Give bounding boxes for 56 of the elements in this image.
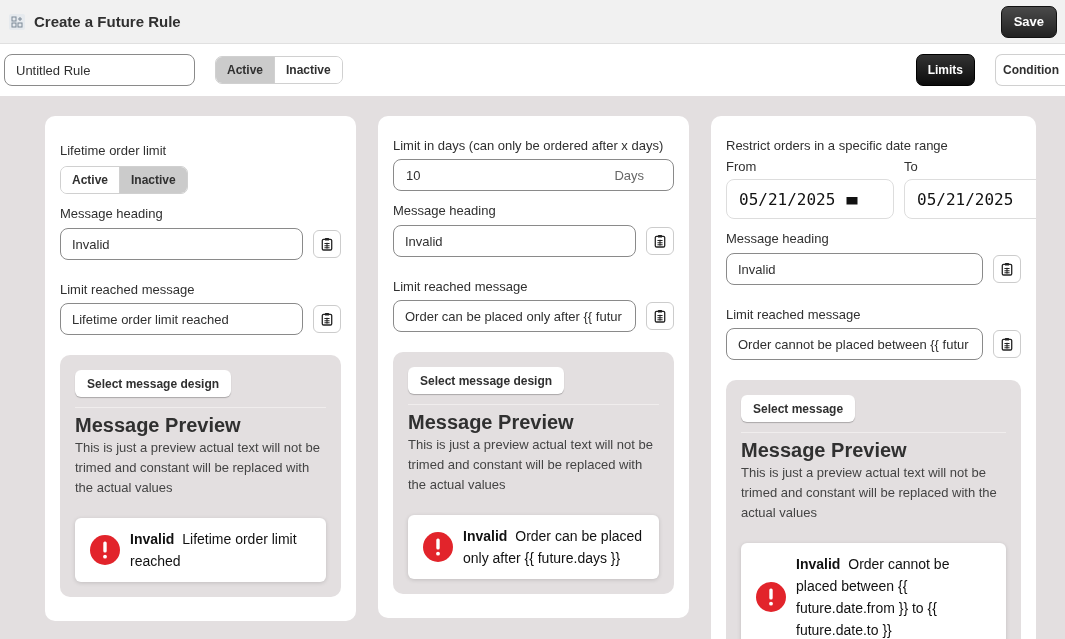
clipboard-button[interactable] bbox=[993, 330, 1021, 358]
preview-description: This is just a preview actual text will not be trimed and constant will be replaced with the actual values bbox=[75, 439, 321, 497]
clipboard-icon bbox=[321, 237, 333, 251]
card-title: Limit in days (can only be ordered after x days) bbox=[393, 138, 665, 153]
clipboard-button[interactable] bbox=[313, 305, 341, 333]
tab[interactable]: Limits bbox=[915, 54, 975, 86]
clipboard-button[interactable] bbox=[646, 227, 674, 255]
field-label: Message heading bbox=[60, 206, 164, 221]
status-toggle[interactable]: Inactive bbox=[119, 167, 187, 193]
message-heading-field[interactable]: Invalid bbox=[60, 228, 303, 260]
clipboard-icon bbox=[1001, 337, 1013, 351]
clipboard-icon bbox=[321, 312, 333, 326]
select-design-button[interactable]: Select message design bbox=[408, 367, 565, 394]
message-heading-field[interactable]: Invalid bbox=[393, 225, 636, 257]
date-field[interactable]: 05/21/2025 bbox=[904, 179, 1036, 219]
save-button[interactable]: Save bbox=[1000, 5, 1057, 38]
limit-message-field[interactable]: Order cannot be placed between {{ futur bbox=[726, 328, 983, 360]
tab[interactable]: Condition bbox=[995, 54, 1065, 86]
clipboard-icon bbox=[654, 309, 666, 323]
rule-name-field[interactable]: Untitled Rule bbox=[4, 54, 195, 86]
preview-description: This is just a preview actual text will not be trimed and constant will be replaced with the actual values bbox=[408, 436, 654, 494]
limit-message-field[interactable]: Lifetime order limit reached bbox=[60, 303, 303, 335]
app-grid-icon bbox=[9, 13, 25, 30]
alert-icon bbox=[90, 535, 120, 565]
field-label: To bbox=[904, 159, 919, 174]
notice-message: Invalid Order cannot be placed between {{ future.date.from }} to {{ future.date.to }} bbox=[796, 555, 951, 639]
status-toggle[interactable]: Inactive bbox=[274, 57, 342, 83]
select-design-button[interactable]: Select message bbox=[741, 395, 856, 422]
card-title: Lifetime order limit bbox=[60, 143, 168, 158]
select-design-button[interactable]: Select message design bbox=[75, 370, 232, 397]
notice-message: Invalid Lifetime order limit reached bbox=[130, 530, 298, 571]
preview-title: Message Preview bbox=[408, 411, 575, 434]
alert-icon bbox=[423, 532, 453, 562]
status-toggle[interactable]: Active bbox=[216, 57, 275, 83]
page-title: Create a Future Rule bbox=[34, 13, 181, 30]
message-heading-field[interactable]: Invalid bbox=[726, 253, 983, 285]
field-label: Limit reached message bbox=[60, 282, 196, 297]
field-label: Limit reached message bbox=[393, 279, 529, 294]
preview-title: Message Preview bbox=[741, 439, 908, 462]
clipboard-button[interactable] bbox=[993, 255, 1021, 283]
clipboard-icon bbox=[654, 234, 666, 248]
field-label: Message heading bbox=[393, 203, 497, 218]
alert-icon bbox=[756, 582, 786, 612]
preview-description: This is just a preview actual text will not be trimed and constant will be replaced with the actual values bbox=[741, 464, 998, 522]
field-label: From bbox=[726, 159, 758, 174]
limit-message-field[interactable]: Order can be placed only after {{ futur bbox=[393, 300, 636, 332]
date-field[interactable]: 05/21/2025 bbox=[726, 179, 894, 219]
clipboard-button[interactable] bbox=[313, 230, 341, 258]
field-label: Message heading bbox=[726, 231, 830, 246]
clipboard-icon bbox=[1001, 262, 1013, 276]
notice-message: Invalid Order can be placed only after {{ future.days }} bbox=[463, 527, 644, 568]
clipboard-button[interactable] bbox=[646, 302, 674, 330]
field-label: Limit reached message bbox=[726, 307, 862, 322]
card-title: Restrict orders in a specific date range bbox=[726, 138, 949, 153]
preview-title: Message Preview bbox=[75, 414, 242, 437]
days-field[interactable]: 10 Days bbox=[393, 159, 674, 191]
